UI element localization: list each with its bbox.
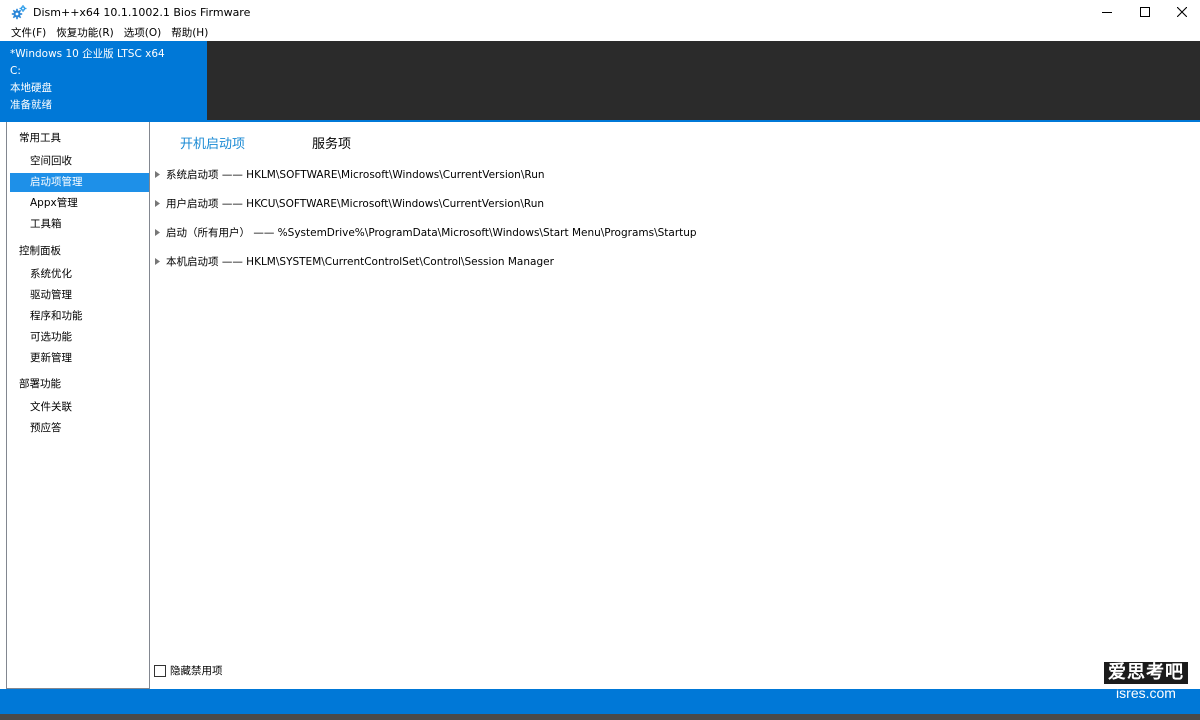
- main-content: 开机启动项 服务项 系统启动项 —— HKLM\SOFTWARE\Microso…: [150, 122, 1194, 689]
- menu-file[interactable]: 文件(F): [6, 25, 51, 40]
- minimize-icon: [1102, 12, 1112, 13]
- close-button[interactable]: [1164, 0, 1200, 24]
- tab-services[interactable]: 服务项: [312, 133, 351, 152]
- sidebar-item-space-recovery[interactable]: 空间回收: [10, 152, 149, 171]
- sidebar-item-pre-answer[interactable]: 预应答: [10, 419, 149, 438]
- expand-arrow-icon[interactable]: [155, 195, 166, 211]
- sidebar-item-system-optimization[interactable]: 系统优化: [10, 265, 149, 284]
- window-controls: [1088, 0, 1200, 24]
- close-icon: [1177, 7, 1187, 17]
- watermark-logo: 爱思考吧 isres.com: [1104, 662, 1188, 704]
- bottom-strip: [0, 714, 1200, 720]
- menu-bar: 文件(F) 恢复功能(R) 选项(O) 帮助(H): [0, 24, 1200, 41]
- gears-icon: [11, 4, 27, 20]
- right-edge: [1194, 122, 1200, 689]
- expand-arrow-icon[interactable]: [155, 166, 166, 182]
- window-title: Dism++x64 10.1.1002.1 Bios Firmware: [33, 5, 251, 19]
- info-header: *Windows 10 企业版 LTSC x64 C: 本地硬盘 准备就绪: [0, 41, 1200, 120]
- sidebar-item-driver-manager[interactable]: 驱动管理: [10, 286, 149, 305]
- drive-letter: C:: [10, 65, 21, 77]
- maximize-button[interactable]: [1126, 0, 1164, 24]
- tree-node-label: 本机启动项 —— HKLM\SYSTEM\CurrentControlSet\C…: [166, 255, 554, 268]
- minimize-button[interactable]: [1088, 0, 1126, 24]
- watermark-domain: isres.com: [1116, 685, 1176, 701]
- disk-type: 本地硬盘: [10, 82, 52, 94]
- sidebar-group-common-tools: 常用工具: [19, 132, 61, 144]
- expand-arrow-icon[interactable]: [155, 253, 166, 269]
- sidebar-item-file-association[interactable]: 文件关联: [10, 398, 149, 417]
- tree-node-system-startup[interactable]: 系统启动项 —— HKLM\SOFTWARE\Microsoft\Windows…: [155, 166, 545, 182]
- tree-node-label: 系统启动项 —— HKLM\SOFTWARE\Microsoft\Windows…: [166, 168, 545, 181]
- watermark-title: 爱思考吧: [1104, 662, 1188, 684]
- tree-node-all-users-startup[interactable]: 启动（所有用户） —— %SystemDrive%\ProgramData\Mi…: [155, 224, 697, 240]
- sidebar: 常用工具 空间回收 启动项管理 Appx管理 工具箱 控制面板 系统优化 驱动管…: [6, 122, 150, 689]
- hide-disabled-label: 隐藏禁用项: [170, 665, 223, 677]
- os-name: *Windows 10 企业版 LTSC x64: [10, 48, 165, 60]
- sidebar-item-startup-manager[interactable]: 启动项管理: [10, 173, 149, 192]
- sidebar-item-appx-manager[interactable]: Appx管理: [10, 194, 149, 213]
- image-info-panel[interactable]: *Windows 10 企业版 LTSC x64 C: 本地硬盘 准备就绪: [0, 41, 207, 120]
- sidebar-item-programs-features[interactable]: 程序和功能: [10, 307, 149, 326]
- tree-node-label: 用户启动项 —— HKCU\SOFTWARE\Microsoft\Windows…: [166, 197, 545, 210]
- menu-help[interactable]: 帮助(H): [166, 25, 213, 40]
- tab-startup-items[interactable]: 开机启动项: [180, 133, 245, 152]
- maximize-icon: [1140, 7, 1150, 17]
- status-text: 准备就绪: [10, 99, 52, 111]
- sidebar-item-optional-features[interactable]: 可选功能: [10, 328, 149, 347]
- hide-disabled-checkbox[interactable]: [154, 664, 166, 677]
- sidebar-group-control-panel: 控制面板: [19, 245, 61, 257]
- title-bar: Dism++x64 10.1.1002.1 Bios Firmware: [0, 0, 1200, 24]
- sidebar-item-update-manager[interactable]: 更新管理: [10, 349, 149, 368]
- tree-node-label: 启动（所有用户） —— %SystemDrive%\ProgramData\Mi…: [166, 226, 697, 239]
- sidebar-group-deployment: 部署功能: [19, 378, 61, 390]
- status-bar: [0, 689, 1200, 714]
- sidebar-item-toolbox[interactable]: 工具箱: [10, 215, 149, 234]
- tree-node-user-startup[interactable]: 用户启动项 —— HKCU\SOFTWARE\Microsoft\Windows…: [155, 195, 544, 211]
- tree-node-local-startup[interactable]: 本机启动项 —— HKLM\SYSTEM\CurrentControlSet\C…: [155, 253, 554, 269]
- expand-arrow-icon[interactable]: [155, 224, 166, 240]
- menu-restore[interactable]: 恢复功能(R): [51, 25, 119, 40]
- hide-disabled-option[interactable]: 隐藏禁用项: [154, 663, 223, 678]
- menu-options[interactable]: 选项(O): [119, 25, 166, 40]
